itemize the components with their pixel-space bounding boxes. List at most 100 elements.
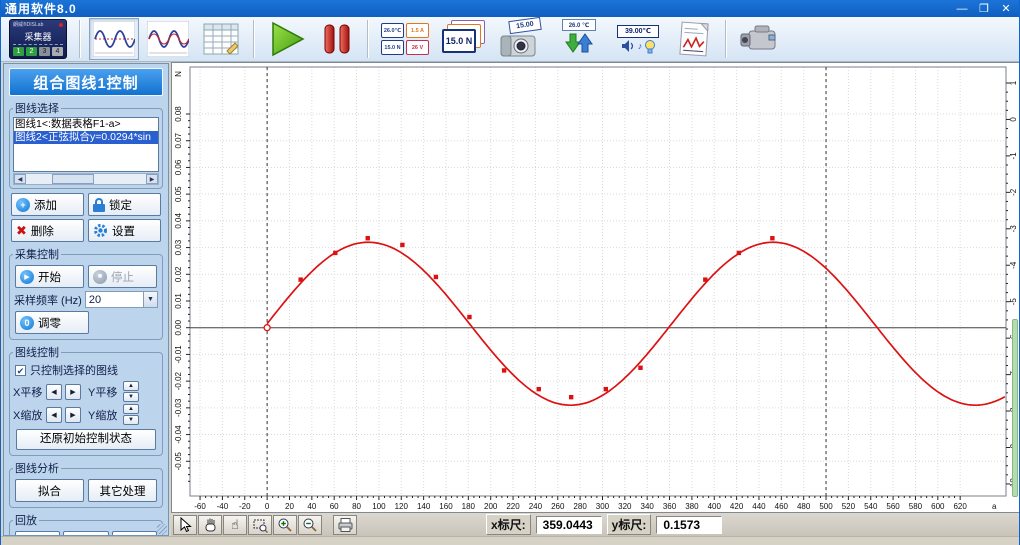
y-zoom-down-button[interactable]: ▼: [123, 415, 139, 425]
settings-button[interactable]: 设置: [88, 219, 161, 242]
y-pan-spinner: ▲ ▼: [123, 381, 139, 402]
line-select-label: 图线选择: [15, 103, 59, 115]
select-tool-button[interactable]: [173, 514, 197, 535]
tick-label: 20: [285, 502, 294, 511]
zero-button[interactable]: 0 调零: [15, 311, 89, 334]
panel-resize-grip[interactable]: [157, 524, 167, 534]
x-pan-left-button[interactable]: ◀: [46, 383, 62, 400]
tick-label: 400: [708, 502, 722, 511]
chart-canvas[interactable]: -60 -40 -20 0 20 40 60 80 100 120 140 160 180 200 220 2…: [172, 63, 1020, 512]
data-point: [298, 277, 303, 282]
only-selected-checkbox[interactable]: ✔: [15, 364, 26, 376]
port-4: 4: [52, 47, 63, 56]
sound-light-icon: 39.00℃ ♪: [613, 24, 663, 54]
meter-voltage: 26 V: [406, 40, 429, 55]
freq-label: 采样频率 (Hz): [14, 294, 82, 307]
title-bar: 通用软件8.0 — ❐ ✕: [1, 0, 1019, 17]
report-button[interactable]: [671, 18, 717, 60]
ruler-readouts: x标尺: 359.0443 y标尺: 0.1573: [486, 514, 723, 535]
y-zoom-up-button[interactable]: ▲: [123, 404, 139, 414]
tick-label: 0.00: [174, 319, 183, 335]
data-point: [333, 250, 338, 256]
x-zoom-in-button[interactable]: ▶: [65, 406, 81, 423]
toolbar-separator: [79, 20, 81, 58]
tick-label: 600: [931, 502, 945, 511]
stop-icon: ■: [93, 269, 107, 284]
status-bar: [1, 536, 1019, 545]
freq-combobox[interactable]: 20 ▼: [84, 291, 158, 308]
video-button[interactable]: [735, 18, 787, 60]
tick-label: -40: [217, 502, 229, 511]
restore-button[interactable]: 还原初始控制状态: [16, 429, 156, 450]
waveform-view-button-2[interactable]: [143, 18, 193, 60]
meter-grid-button[interactable]: 26.0℃ 1.5 A 15.0 N 26 V: [377, 18, 433, 60]
scroll-left-icon[interactable]: ◀: [14, 174, 26, 184]
drag-tool-button[interactable]: ☝: [223, 514, 247, 535]
play-icon: [272, 21, 305, 57]
line-buttons: + 添加 锁定 ✖ 删除 设置: [11, 193, 161, 242]
line-list-item-1[interactable]: 图线1<:数据表格F1-a>: [14, 118, 158, 131]
tick-label: a: [992, 502, 997, 511]
tick-label: -20: [239, 502, 251, 511]
tick-label: 520: [842, 502, 856, 511]
maximize-button[interactable]: ❐: [977, 2, 991, 16]
report-icon: [679, 21, 709, 57]
zoom-in-tool-button[interactable]: [273, 514, 297, 535]
transfer-button[interactable]: 26.0 ℃: [553, 18, 605, 60]
control-panel: 组合图线1控制 图线选择 图线1<:数据表格F1-a> 图线2<正弦拟合y=0.…: [3, 63, 169, 536]
tick-label: 0.01: [174, 293, 183, 309]
tick-label: -5: [1009, 298, 1018, 306]
add-line-button[interactable]: + 添加: [11, 193, 84, 216]
x-ruler-value[interactable]: 359.0443: [535, 515, 602, 534]
data-table-button[interactable]: [197, 18, 245, 60]
tick-label: 340: [641, 502, 655, 511]
chart-right-scrollbar[interactable]: [1012, 319, 1018, 497]
chart-area: -60 -40 -20 0 20 40 60 80 100 120 140 160 180 200 220 2…: [171, 62, 1020, 513]
cursor-arrow-icon: [180, 516, 192, 532]
tick-label: -0.05: [174, 452, 183, 471]
listbox-hscrollbar[interactable]: ◀ ▶: [13, 173, 159, 185]
tick-label: 620: [953, 502, 967, 511]
zoom-box-tool-button[interactable]: [248, 514, 272, 535]
point-hand-icon: ☝: [231, 517, 239, 532]
scrollbar-thumb[interactable]: [52, 174, 95, 184]
zoom-box-icon: [253, 519, 268, 533]
print-button[interactable]: [333, 514, 357, 535]
start-capture-button[interactable]: [263, 18, 311, 60]
waveform-view-button-1[interactable]: [89, 18, 139, 60]
power-led-icon: [59, 23, 63, 27]
delete-line-button[interactable]: ✖ 删除: [11, 219, 84, 242]
snapshot-button[interactable]: 15.00: [495, 16, 549, 60]
toolbar-separator: [253, 20, 255, 58]
scroll-right-icon[interactable]: ▶: [146, 174, 158, 184]
window-title: 通用软件8.0: [5, 2, 77, 16]
capture-stop-button[interactable]: ■ 停止: [88, 265, 157, 288]
pan-tool-button[interactable]: [198, 514, 222, 535]
tick-label: 460: [775, 502, 789, 511]
fit-button[interactable]: 拟合: [15, 479, 84, 502]
y-ruler-value[interactable]: 0.1573: [656, 515, 723, 534]
main-toolbar: 朗威®DISLab 采集器 1 2 3 4 26.0℃ 1.5 A 15.0 N…: [1, 16, 1019, 62]
tick-label: 0: [265, 502, 270, 511]
x-zoom-out-button[interactable]: ◀: [46, 406, 62, 423]
line-list-item-2[interactable]: 图线2<正弦拟合y=0.0294*sin: [14, 131, 158, 144]
other-process-button[interactable]: 其它处理: [88, 479, 157, 502]
pause-capture-button[interactable]: [315, 18, 359, 60]
zoom-out-tool-button[interactable]: [298, 514, 322, 535]
y-pan-up-button[interactable]: ▲: [123, 381, 139, 391]
close-button[interactable]: ✕: [999, 2, 1013, 16]
lock-line-button[interactable]: 锁定: [88, 193, 161, 216]
tick-label: 80: [352, 502, 361, 511]
x-pan-right-button[interactable]: ▶: [65, 383, 81, 400]
combo-arrow-icon[interactable]: ▼: [143, 292, 157, 307]
y-pan-down-button[interactable]: ▼: [123, 392, 139, 402]
sound-light-button[interactable]: 39.00℃ ♪: [609, 18, 667, 60]
tick-label: 40: [307, 502, 316, 511]
minimize-button[interactable]: —: [955, 2, 969, 16]
capture-start-button[interactable]: ▶ 开始: [15, 265, 84, 288]
display-stack-button[interactable]: 15.0 N: [437, 18, 491, 60]
data-point: [568, 394, 574, 400]
tick-label: 300: [596, 502, 610, 511]
collector-button[interactable]: 朗威®DISLab 采集器 1 2 3 4: [5, 18, 71, 60]
line-listbox[interactable]: 图线1<:数据表格F1-a> 图线2<正弦拟合y=0.0294*sin: [13, 117, 159, 172]
